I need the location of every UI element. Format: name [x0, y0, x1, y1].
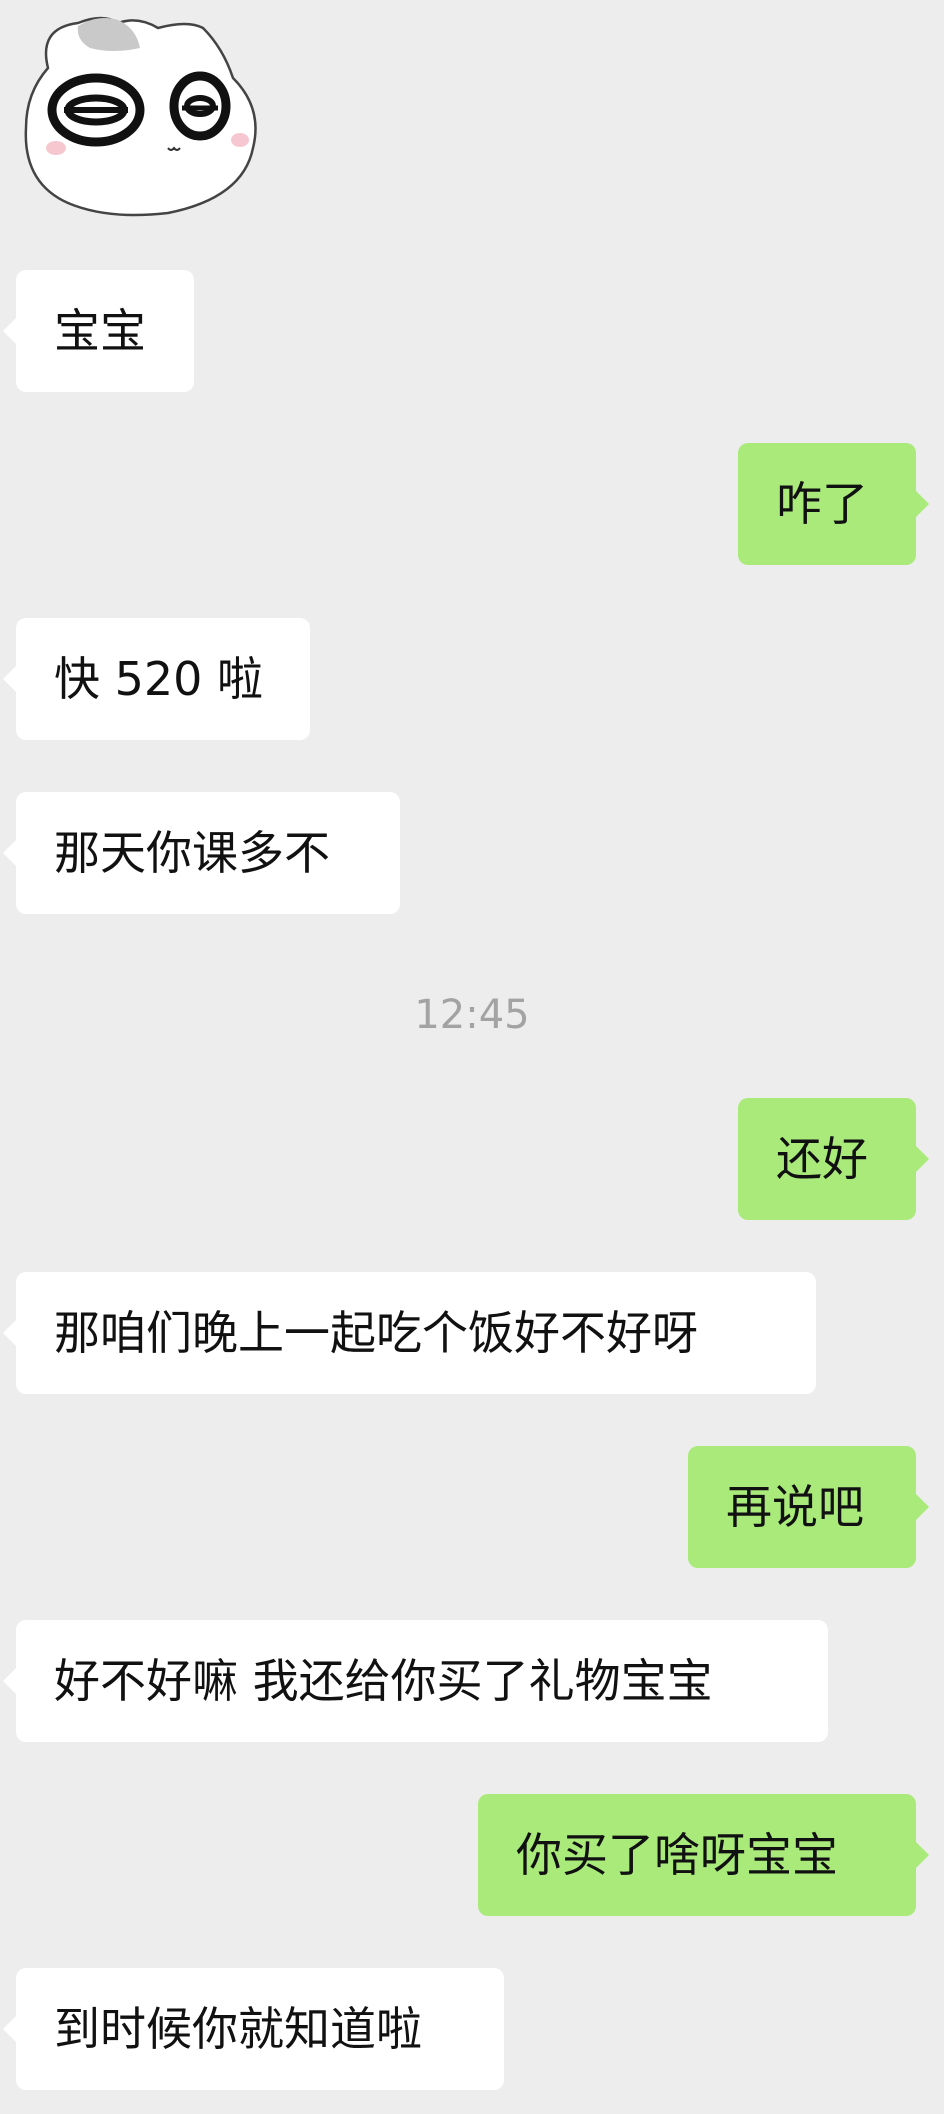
- message-bubble-incoming[interactable]: 到时候你就知道啦: [3, 1968, 504, 2090]
- message-text: 到时候你就知道啦: [54, 2002, 422, 2056]
- message-text: 宝宝: [54, 304, 146, 358]
- message-bubble-incoming[interactable]: 快 520 啦: [3, 618, 310, 740]
- message-text: 咋了: [776, 477, 868, 531]
- message-bubble-outgoing[interactable]: 咋了: [738, 443, 929, 565]
- message-bubble-incoming[interactable]: 那天你课多不: [3, 792, 400, 914]
- chat-area: 宝宝 咋了 快 520 啦 那天你课多不 12:45 还好 那咱们晚上一起吃个饭…: [0, 0, 944, 2114]
- message-bubble-incoming[interactable]: 那咱们晚上一起吃个饭好不好呀: [3, 1272, 816, 1394]
- message-bubble-incoming[interactable]: 好不好嘛 我还给你买了礼物宝宝: [3, 1620, 828, 1742]
- message-text: 还好: [776, 1132, 868, 1186]
- message-text: 那咱们晚上一起吃个饭好不好呀: [54, 1306, 698, 1360]
- message-bubble-outgoing[interactable]: 再说吧: [688, 1446, 929, 1568]
- message-bubble-outgoing[interactable]: 你买了啥呀宝宝: [478, 1794, 929, 1916]
- message-text: 那天你课多不: [54, 826, 330, 880]
- message-bubble-incoming[interactable]: 宝宝: [3, 270, 194, 392]
- message-timestamp: 12:45: [414, 992, 530, 1038]
- message-bubble-outgoing[interactable]: 还好: [738, 1098, 929, 1220]
- message-text: 好不好嘛 我还给你买了礼物宝宝: [54, 1654, 713, 1708]
- message-text: 你买了啥呀宝宝: [516, 1828, 838, 1882]
- cat-face-sticker-icon[interactable]: [18, 8, 258, 218]
- message-text: 再说吧: [726, 1480, 864, 1534]
- message-text: 快 520 啦: [54, 652, 264, 706]
